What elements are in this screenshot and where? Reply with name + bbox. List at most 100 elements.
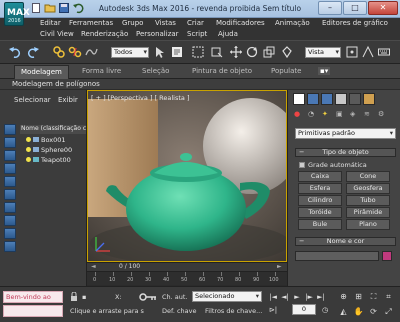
hierarchy-tab-icon[interactable]: [321, 93, 333, 105]
time-slider[interactable]: ◄ 0 / 100 ►: [87, 262, 287, 271]
list-item[interactable]: Teapot00: [26, 156, 71, 165]
track-bar[interactable]: 0 10 20 30 40 50 60 70 80 90 100: [87, 271, 287, 285]
previous-frame-icon[interactable]: ◄: [91, 263, 96, 270]
zoom-extents-all-icon[interactable]: ⌗: [383, 291, 394, 302]
lightbulb-icon[interactable]: [26, 147, 31, 152]
menu-tools[interactable]: Ferramentas: [69, 19, 113, 27]
name-color-rollout[interactable]: Nome e cor: [295, 237, 396, 246]
orbit-icon[interactable]: ⟳: [368, 306, 379, 317]
filter-all-icon[interactable]: [4, 241, 16, 252]
next-key-icon[interactable]: |►: [304, 292, 314, 302]
zoom-extents-icon[interactable]: ⛶: [368, 291, 379, 302]
window-crossing-icon[interactable]: [210, 45, 224, 59]
filter-xrefs-icon[interactable]: [4, 215, 16, 226]
selection-set-dropdown[interactable]: Selecionado: [192, 291, 262, 302]
select-by-name-icon[interactable]: [170, 45, 184, 59]
time-configuration-icon[interactable]: ◷: [320, 305, 330, 315]
menu-edit[interactable]: Editar: [40, 19, 61, 27]
polygon-modeling-label[interactable]: Modelagem de polígonos: [12, 80, 100, 88]
select-rotate-icon[interactable]: [245, 45, 259, 59]
set-key-button[interactable]: Def. chave: [162, 307, 196, 315]
pivot-icon[interactable]: [345, 45, 359, 59]
filter-spacewarps-icon[interactable]: [4, 189, 16, 200]
go-to-start-icon[interactable]: |◄: [268, 292, 278, 302]
play-icon[interactable]: ►: [292, 292, 302, 302]
filter-cameras-icon[interactable]: [4, 163, 16, 174]
tube-button[interactable]: Tubo: [346, 195, 390, 206]
field-of-view-icon[interactable]: ◭: [338, 306, 349, 317]
create-tab-icon[interactable]: [293, 93, 305, 105]
lights-icon[interactable]: ✦: [322, 110, 328, 118]
autogrid-checkbox[interactable]: Grade automática: [299, 161, 367, 169]
menu-graph-editors[interactable]: Editores de gráfico: [322, 19, 388, 27]
primitive-category-dropdown[interactable]: Primitivas padrão: [295, 128, 396, 139]
viewport-label[interactable]: [ + ] [Perspectiva ] [ Realista ]: [91, 94, 190, 102]
display-tab-icon[interactable]: [349, 93, 361, 105]
lightbulb-icon[interactable]: [26, 137, 31, 142]
shapes-icon[interactable]: ◔: [308, 110, 314, 118]
perspective-viewport[interactable]: [ + ] [Perspectiva ] [ Realista ]: [87, 90, 287, 262]
list-item[interactable]: Sphere00: [26, 146, 72, 155]
place-icon[interactable]: [280, 45, 294, 59]
keyboard-shortcut-icon[interactable]: [377, 45, 391, 59]
close-button[interactable]: ✕: [368, 1, 398, 15]
object-color-swatch[interactable]: [382, 251, 392, 261]
torus-button[interactable]: Toróide: [298, 207, 342, 218]
previous-key-icon[interactable]: ◄|: [280, 292, 290, 302]
maximize-button[interactable]: □: [343, 1, 367, 15]
menu-animation[interactable]: Animação: [275, 19, 310, 27]
menu-create[interactable]: Criar: [187, 19, 204, 27]
utilities-tab-icon[interactable]: [363, 93, 375, 105]
rectangular-selection-icon[interactable]: [191, 45, 205, 59]
bind-space-warp-icon[interactable]: [84, 45, 98, 59]
cameras-icon[interactable]: ▣: [336, 110, 343, 118]
selection-filter-dropdown[interactable]: Todos: [111, 47, 149, 58]
filter-bones-icon[interactable]: [4, 228, 16, 239]
reference-coordinate-dropdown[interactable]: Vista: [305, 47, 341, 58]
filter-geometry-icon[interactable]: [4, 124, 16, 135]
modify-tab-icon[interactable]: [307, 93, 319, 105]
menu-customize[interactable]: Personalizar: [136, 30, 179, 38]
unlink-icon[interactable]: [68, 45, 82, 59]
geosphere-button[interactable]: Geosfera: [346, 183, 390, 194]
zoom-icon[interactable]: ⊕: [338, 291, 349, 302]
maxscript-mini-input[interactable]: [3, 305, 63, 317]
box-button[interactable]: Caixa: [298, 171, 342, 182]
explorer-tab-display[interactable]: Exibir: [58, 96, 78, 104]
spacewarps-icon[interactable]: ≋: [364, 110, 370, 118]
minimize-button[interactable]: –: [318, 1, 342, 15]
menu-group[interactable]: Grupo: [122, 19, 143, 27]
tab-selection[interactable]: Seleção: [142, 67, 169, 75]
explorer-column-header[interactable]: Nome (classificação c: [20, 125, 86, 134]
menu-civil-view[interactable]: Civil View: [40, 30, 74, 38]
tab-freeform[interactable]: Forma livre: [82, 67, 121, 75]
tab-modeling[interactable]: Modelagem: [14, 65, 69, 79]
menu-rendering[interactable]: Renderização: [81, 30, 128, 38]
auto-key-button[interactable]: Ch. aut.: [162, 293, 188, 301]
menu-script[interactable]: Script: [187, 30, 207, 38]
lock-icon[interactable]: [70, 292, 78, 302]
object-name-field[interactable]: [295, 251, 379, 261]
motion-tab-icon[interactable]: [335, 93, 347, 105]
pyramid-button[interactable]: Pirâmide: [346, 207, 390, 218]
select-object-icon[interactable]: [153, 45, 167, 59]
menu-modifiers[interactable]: Modificadores: [216, 19, 265, 27]
plane-button[interactable]: Plano: [346, 219, 390, 230]
undo-icon[interactable]: [8, 45, 22, 59]
geometry-icon[interactable]: ●: [294, 110, 300, 118]
sphere-button[interactable]: Esfera: [298, 183, 342, 194]
filter-shapes-icon[interactable]: [4, 137, 16, 148]
teapot-button[interactable]: Bule: [298, 219, 342, 230]
key-filters-button[interactable]: Filtros de chave...: [205, 307, 262, 315]
list-item[interactable]: Box001: [26, 136, 66, 145]
key-icon[interactable]: [138, 292, 158, 302]
menu-help[interactable]: Ajuda: [218, 30, 238, 38]
link-icon[interactable]: [52, 45, 66, 59]
menu-views[interactable]: Vistas: [155, 19, 176, 27]
lightbulb-icon[interactable]: [26, 157, 31, 162]
ribbon-options-icon[interactable]: ▪▾: [318, 67, 331, 75]
object-type-rollout[interactable]: Tipo de objeto: [295, 148, 396, 157]
cone-button[interactable]: Cone: [346, 171, 390, 182]
zoom-all-icon[interactable]: ⊞: [353, 291, 364, 302]
helpers-icon[interactable]: ◈: [350, 110, 355, 118]
